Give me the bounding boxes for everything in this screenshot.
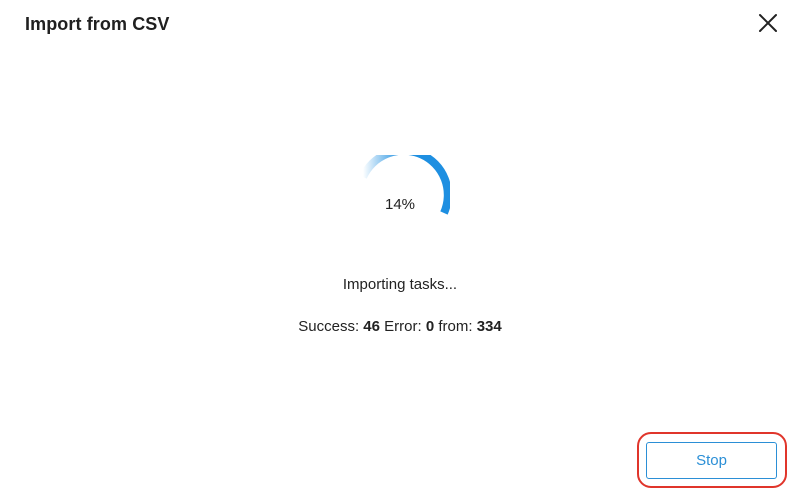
success-count: 46	[363, 318, 380, 335]
import-dialog: Import from CSV 14% Importing tasks... S…	[0, 0, 800, 501]
success-label: Success:	[298, 318, 360, 335]
close-button[interactable]	[752, 9, 784, 41]
error-count: 0	[425, 318, 435, 335]
close-icon	[758, 13, 778, 38]
from-label: from:	[438, 318, 473, 335]
dialog-title: Import from CSV	[25, 14, 170, 34]
import-stats: Success: 46 Error: 0 from: 334	[0, 318, 800, 335]
stop-button[interactable]: Stop	[646, 442, 777, 479]
total-count: 334	[476, 318, 502, 335]
status-message: Importing tasks...	[342, 276, 458, 293]
progress-spinner: 14%	[350, 155, 450, 255]
error-label: Error:	[384, 318, 422, 335]
progress-percent: 14%	[384, 196, 416, 213]
